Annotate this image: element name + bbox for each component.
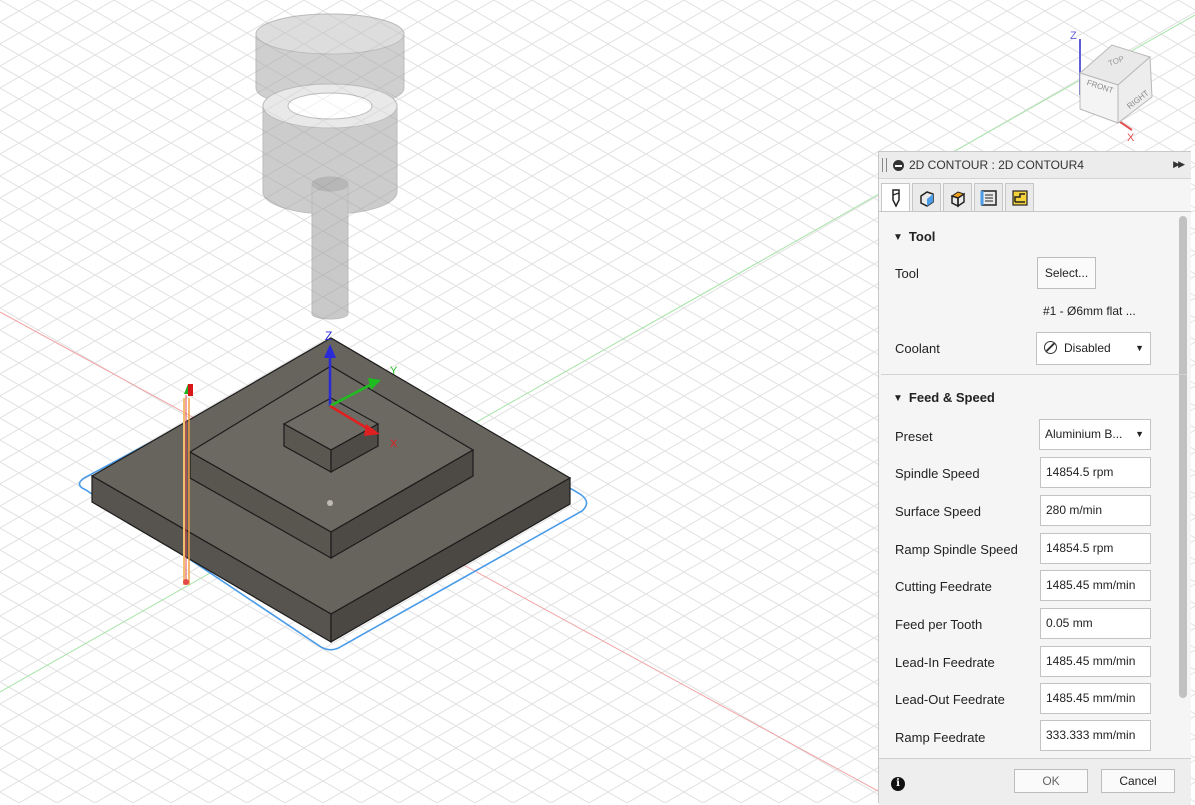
view-cube[interactable]: Z X TOP FRONT RIGHT [1060, 25, 1190, 150]
tool-section-header[interactable]: ▼ Tool [893, 229, 935, 244]
ramp-spindle-speed-label: Ramp Spindle Speed [895, 542, 1018, 557]
wcs-y-label: Y [390, 365, 398, 377]
preset-label: Preset [895, 429, 933, 444]
tab-heights[interactable] [943, 183, 972, 211]
preset-dropdown[interactable]: Aluminium B... ▼ [1039, 419, 1151, 450]
spindle-speed-label: Spindle Speed [895, 466, 980, 481]
tabs-divider [879, 211, 1191, 212]
coolant-dropdown[interactable]: Disabled ▼ [1036, 332, 1151, 365]
expand-arrows-icon[interactable]: ▶▶ [1173, 159, 1185, 170]
coolant-label: Coolant [895, 341, 940, 356]
disabled-icon [1044, 341, 1057, 354]
dialog-title-bar[interactable]: 2D CONTOUR : 2D CONTOUR4 ▶▶ [879, 152, 1191, 179]
dialog-title: 2D CONTOUR : 2D CONTOUR4 [909, 158, 1084, 172]
lead-in-feedrate-field[interactable]: 1485.45 mm/min [1040, 646, 1151, 677]
surface-speed-label: Surface Speed [895, 504, 982, 519]
viewcube-x-label: X [1127, 132, 1135, 144]
info-icon[interactable]: i [891, 777, 905, 791]
tab-tool[interactable] [881, 183, 910, 212]
coolant-value: Disabled [1064, 341, 1111, 355]
surface-speed-field[interactable]: 280 m/min [1040, 495, 1151, 526]
passes-icon [980, 190, 997, 206]
select-tool-button[interactable]: Select... [1037, 257, 1096, 289]
dialog-scrollbar[interactable] [1179, 216, 1187, 698]
feed-per-tooth-label: Feed per Tooth [895, 617, 983, 632]
tab-geometry[interactable] [912, 183, 941, 211]
stock-center-point [327, 500, 333, 506]
geometry-icon [920, 191, 934, 207]
tab-passes[interactable] [974, 183, 1003, 211]
contour-operation-dialog: 2D CONTOUR : 2D CONTOUR4 ▶▶ ▼ Tool Tool S… [878, 151, 1191, 805]
linking-icon [1012, 190, 1028, 206]
lead-in-feedrate-label: Lead-In Feedrate [895, 655, 995, 670]
preset-value: Aluminium B... [1045, 427, 1123, 441]
ramp-feedrate-field[interactable]: 333.333 mm/min [1040, 720, 1151, 751]
selected-tool-name: #1 - Ø6mm flat ... [1043, 304, 1136, 318]
section-divider [881, 374, 1187, 375]
lead-out-feedrate-label: Lead-Out Feedrate [895, 692, 1005, 707]
lead-out-feedrate-field[interactable]: 1485.45 mm/min [1040, 683, 1151, 714]
collapse-triangle-icon: ▼ [893, 232, 903, 243]
cancel-button[interactable]: Cancel [1101, 769, 1175, 793]
cutting-feedrate-label: Cutting Feedrate [895, 579, 992, 594]
chevron-down-icon: ▼ [1135, 343, 1144, 353]
collapse-icon[interactable] [893, 160, 904, 171]
tab-linking[interactable] [1005, 183, 1034, 211]
feed-section-title: Feed & Speed [908, 390, 995, 405]
ramp-spindle-speed-field[interactable]: 14854.5 rpm [1040, 533, 1151, 564]
collapse-triangle-icon: ▼ [893, 393, 903, 404]
chevron-down-icon: ▼ [1135, 429, 1144, 439]
wcs-x-label: X [390, 438, 398, 450]
tool-icon [892, 189, 900, 208]
drag-grip-icon[interactable] [882, 158, 887, 172]
dialog-footer: i OK Cancel [879, 758, 1191, 805]
spindle-speed-field[interactable]: 14854.5 rpm [1040, 457, 1151, 488]
feed-per-tooth-field[interactable]: 0.05 mm [1040, 608, 1151, 639]
tool-label: Tool [895, 266, 919, 281]
ramp-feedrate-label: Ramp Feedrate [895, 730, 986, 745]
wcs-z-label: Z [325, 329, 332, 343]
cutting-feedrate-field[interactable]: 1485.45 mm/min [1040, 570, 1151, 601]
feed-section-header[interactable]: ▼ Feed & Speed [893, 390, 995, 405]
tool-section-title: Tool [908, 229, 936, 244]
viewcube-z-label: Z [1070, 30, 1077, 42]
heights-icon [950, 191, 966, 208]
ok-button[interactable]: OK [1014, 769, 1088, 793]
